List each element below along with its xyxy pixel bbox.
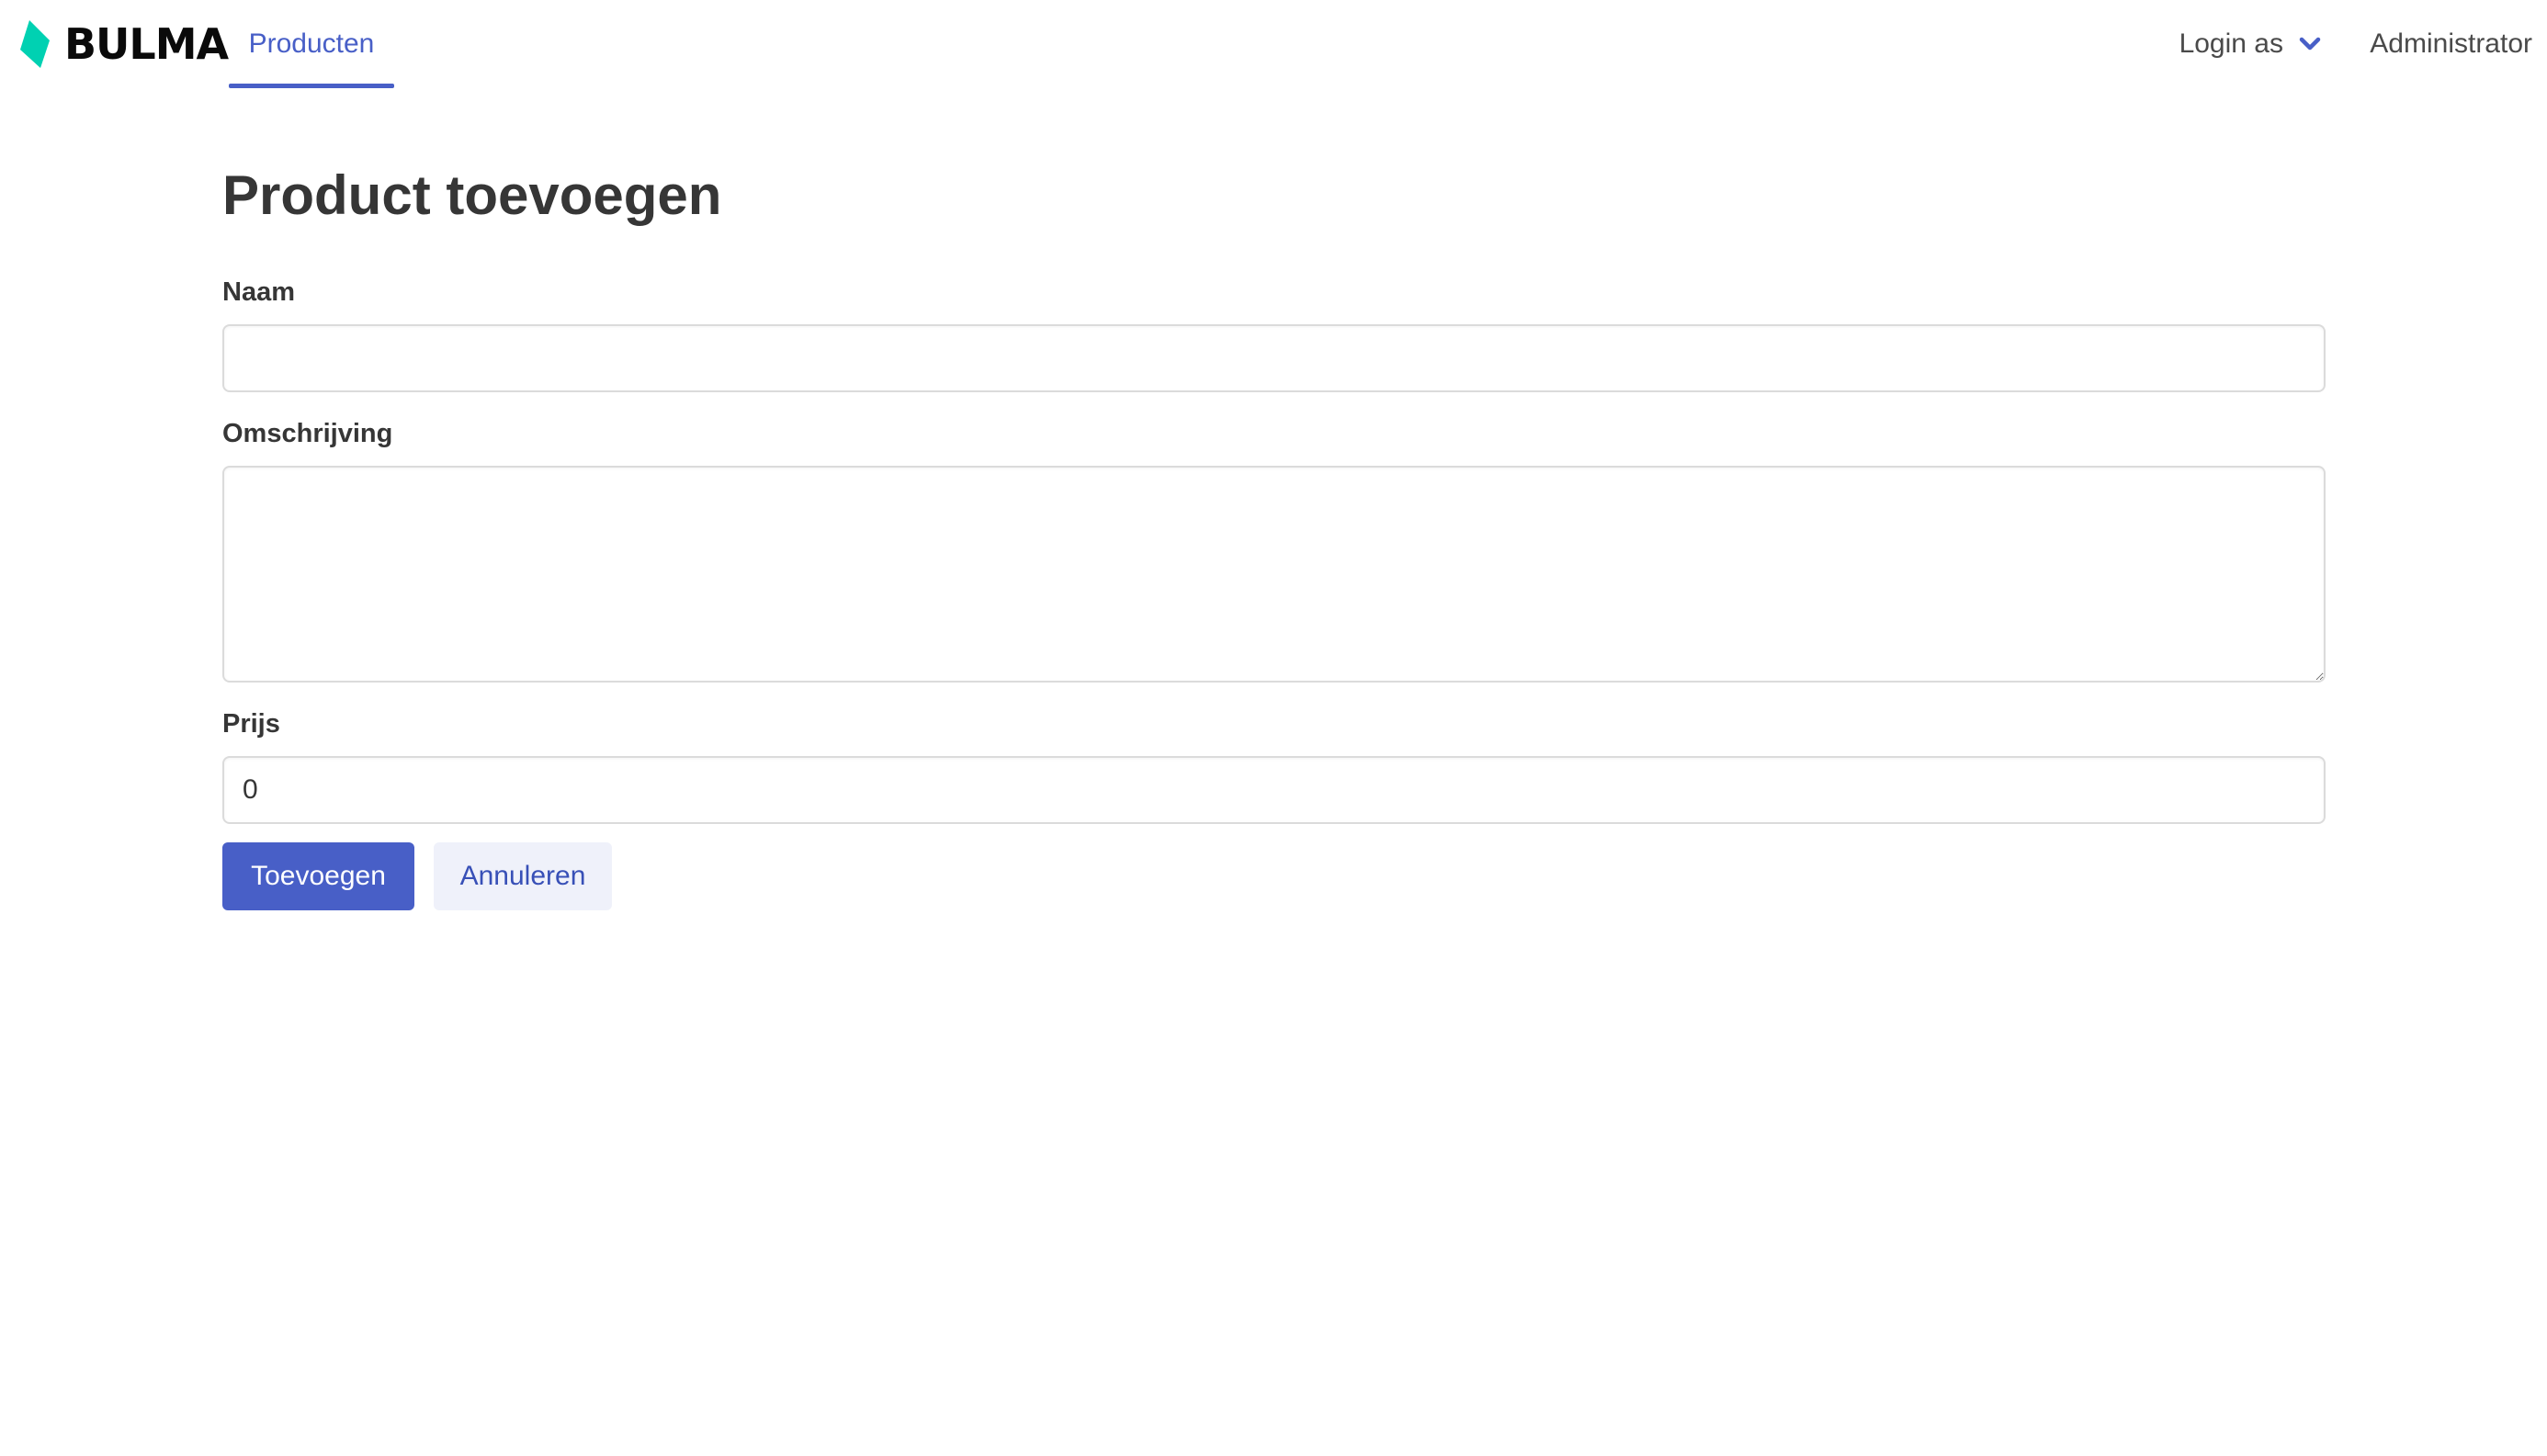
price-label: Prijs <box>222 709 280 739</box>
chevron-down-icon <box>2299 37 2321 51</box>
bulma-logo-icon <box>20 20 50 68</box>
login-as-label: Login as <box>2179 28 2283 59</box>
brand-wordmark: BULMA <box>64 19 229 69</box>
add-product-button[interactable]: Toevoegen <box>222 842 414 910</box>
cancel-button[interactable]: Annuleren <box>434 842 612 910</box>
active-tab-underline <box>229 84 394 88</box>
description-label: Omschrijving <box>222 419 393 448</box>
nav-item-products[interactable]: Producten <box>229 0 394 88</box>
brand-logo[interactable]: BULMA <box>18 17 229 72</box>
login-as-dropdown[interactable]: Login as <box>2179 0 2322 88</box>
page-title: Product toevoegen <box>222 164 722 226</box>
administrator-label: Administrator <box>2370 28 2532 59</box>
name-input[interactable] <box>222 324 2326 392</box>
price-input[interactable] <box>222 756 2326 824</box>
description-textarea[interactable] <box>222 466 2326 683</box>
navbar: BULMA Producten Login as Administrator <box>0 0 2547 88</box>
name-label: Naam <box>222 277 295 307</box>
nav-item-products-label: Producten <box>248 28 375 59</box>
administrator-link[interactable]: Administrator <box>2370 0 2532 88</box>
